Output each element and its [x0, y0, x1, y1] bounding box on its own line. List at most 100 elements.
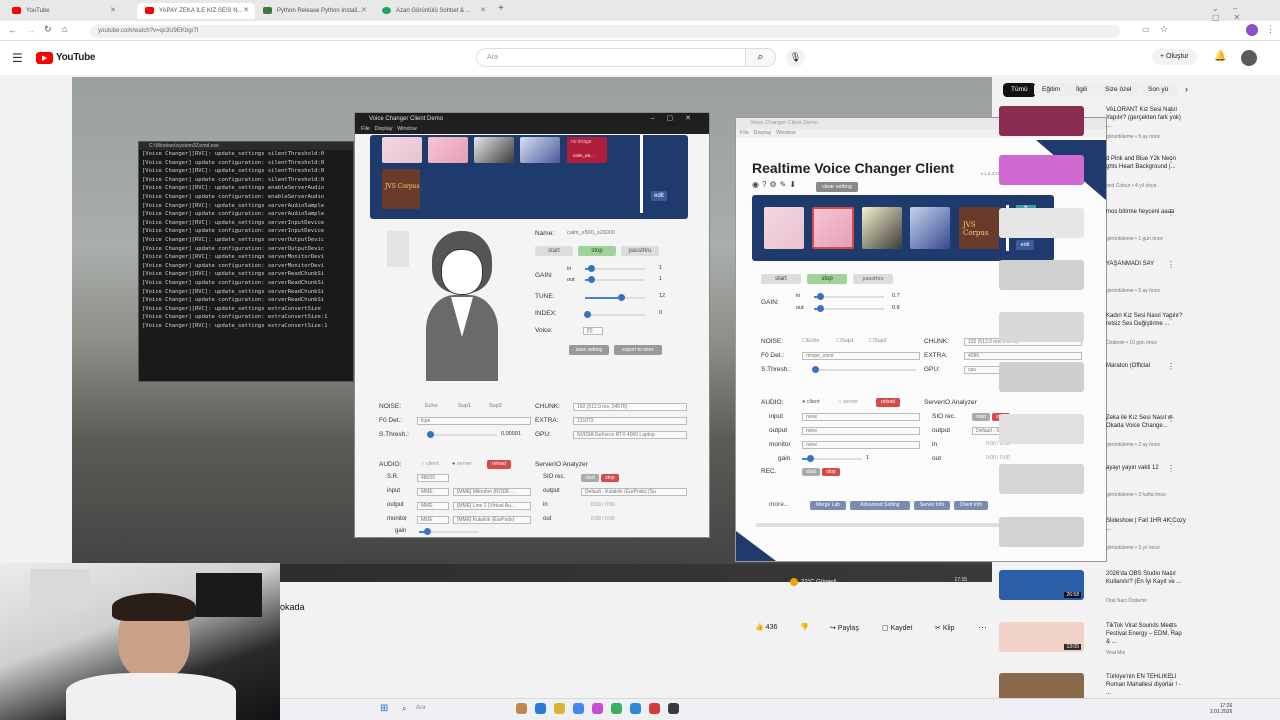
sr-select[interactable]: 48000: [417, 474, 449, 482]
search-icon[interactable]: ⌕: [746, 48, 776, 67]
start-button[interactable]: start: [535, 246, 573, 256]
like-button[interactable]: 👍 436: [755, 623, 777, 631]
server-radio[interactable]: ● server: [452, 461, 472, 467]
chevron-right-icon[interactable]: ›: [1185, 84, 1188, 94]
url-field[interactable]: youtube.com/watch?v=qc3U9EKbgr7I: [90, 25, 1120, 38]
console-window[interactable]: C:\Windows\system32\cmd.exe [Voice Chang…: [138, 141, 354, 382]
reload-button[interactable]: reload: [876, 398, 900, 407]
forward-icon[interactable]: →: [26, 25, 35, 35]
save-button[interactable]: ▢ Kaydet: [882, 624, 912, 632]
menu-dots-icon[interactable]: ⋮: [1266, 24, 1275, 35]
client-info-button[interactable]: Client Info: [954, 501, 988, 510]
chip-education[interactable]: Eğitim: [1034, 83, 1069, 97]
voice-select[interactable]: [0]: [583, 327, 603, 335]
recommendation-item[interactable]: Zeka ile Kız Sesi Nasıl w-Okada Voice Ch…: [999, 414, 1179, 454]
rec-start-button[interactable]: start: [802, 468, 820, 476]
more-options-icon[interactable]: ⋮: [1167, 260, 1175, 269]
cast-icon[interactable]: ▭: [1142, 25, 1150, 34]
model-thumb-1[interactable]: [764, 207, 804, 249]
rec-stop-button[interactable]: stop: [822, 468, 840, 476]
edit-button[interactable]: edit: [651, 191, 667, 201]
recommendation-item[interactable]: Kadın Kız Sesi Nasıl Yapılır? retsiz Ses…: [999, 312, 1182, 352]
recommendation-item[interactable]: Maraton (Official ⋮: [999, 362, 1179, 402]
tab-youtube[interactable]: YouTube ✕: [4, 3, 122, 19]
menu-window[interactable]: Window: [397, 126, 417, 132]
obs-icon[interactable]: [668, 703, 679, 714]
menu-display[interactable]: Display: [374, 126, 392, 132]
hamburger-menu-icon[interactable]: ☰: [12, 51, 23, 65]
sio-stop-button[interactable]: stop: [601, 474, 619, 482]
sup1-checkbox[interactable]: ☐Sup1: [836, 338, 854, 344]
windows-start-icon[interactable]: ⊞: [380, 703, 388, 714]
monitor-select[interactable]: none: [802, 441, 920, 449]
create-button[interactable]: + Oluştur: [1152, 49, 1197, 65]
extra-select[interactable]: 131072: [573, 417, 687, 425]
close-icon[interactable]: ✕: [110, 3, 116, 19]
tool-icon[interactable]: ✎: [780, 180, 790, 189]
video-thumbnail[interactable]: [999, 106, 1084, 136]
settings-icon[interactable]: ⚙: [769, 180, 779, 189]
menu-file[interactable]: File: [740, 130, 749, 136]
recommendation-item[interactable]: YAŞANMADI SAY görüntüleme • 5 ay önce ⋮: [999, 260, 1179, 300]
bookmark-star-icon[interactable]: ☆: [1160, 24, 1168, 35]
chip-all[interactable]: Tümü: [1003, 83, 1036, 97]
model-scrollbar[interactable]: [640, 135, 643, 213]
tune-slider[interactable]: [585, 294, 645, 301]
video-thumbnail[interactable]: [999, 362, 1084, 392]
more-options-icon[interactable]: ⋮: [1167, 106, 1175, 115]
server-radio[interactable]: ○ server: [838, 399, 858, 405]
echo-checkbox[interactable]: ☐Echo: [802, 338, 819, 344]
youtube-logo-text[interactable]: YouTube: [56, 52, 96, 63]
edge-icon[interactable]: [535, 703, 546, 714]
more-options-icon[interactable]: ⋮: [1167, 517, 1175, 526]
github-icon[interactable]: ◉: [752, 180, 762, 189]
clip-button[interactable]: ✂ Klip: [935, 624, 955, 632]
window-controls[interactable]: ⌄–▢✕: [1212, 4, 1280, 22]
gain-out-slider[interactable]: [814, 305, 884, 312]
monitor-device-select[interactable]: [MME] Kulaklık (EarPods): [453, 516, 531, 524]
voice-changer-window-1[interactable]: Voice Changer Client Demo –▢✕ File Displ…: [354, 112, 710, 538]
video-thumbnail[interactable]: 26:58: [999, 570, 1084, 600]
client-radio[interactable]: ○ client: [421, 461, 439, 467]
recommendation-item[interactable]: VALORANT Kız Sesi Nasıl Yapılır? (gerçek…: [999, 106, 1181, 146]
reload-button[interactable]: reload: [487, 460, 511, 469]
new-tab-icon[interactable]: +: [498, 3, 504, 14]
model-thumb-4[interactable]: [910, 207, 950, 249]
app-icon[interactable]: [592, 703, 603, 714]
recommendation-item[interactable]: mos bitirme heyceni aaaa görüntüleme • 1 …: [999, 208, 1179, 248]
menu-display[interactable]: Display: [753, 130, 771, 136]
recommendation-item[interactable]: 13:05 TikTok Viral Sounds Meets Festival …: [999, 622, 1182, 662]
model-thumb-4[interactable]: [520, 137, 560, 163]
chunk-select[interactable]: 192 (512.0 ms, 24576): [573, 403, 687, 411]
sthresh-slider[interactable]: [812, 366, 916, 373]
microphone-icon[interactable]: 🎙: [786, 48, 805, 67]
model-thumb-2[interactable]: [428, 137, 468, 163]
chip-related[interactable]: İlgili: [1068, 83, 1096, 97]
video-thumbnail[interactable]: [999, 517, 1084, 547]
tab-python[interactable]: Python Release Python Install... ✕: [255, 3, 373, 19]
input-device-select[interactable]: [MME] Mikrofon (RODE ...: [453, 488, 531, 496]
monitor-api-select[interactable]: MME: [417, 516, 449, 524]
gpu-select[interactable]: NVIDIA GeForce RTX 4060 Laptop: [573, 431, 687, 439]
more-options-icon[interactable]: ⋮: [1167, 622, 1175, 631]
close-icon[interactable]: ✕: [361, 3, 367, 19]
sup1-checkbox[interactable]: Sup1: [458, 403, 471, 409]
sup2-checkbox[interactable]: Sup2: [489, 403, 502, 409]
analyzer-output-select[interactable]: Default - Kulaklık (EarPods) (Su: [581, 488, 687, 496]
video-thumbnail[interactable]: [999, 260, 1084, 290]
more-options-icon[interactable]: ⋮: [1167, 312, 1175, 321]
video-thumbnail[interactable]: [999, 208, 1084, 238]
monitor-gain-slider[interactable]: [802, 455, 862, 462]
more-options-icon[interactable]: ⋮: [1167, 570, 1175, 579]
stop-button[interactable]: stop: [578, 246, 616, 256]
youtube-logo-icon[interactable]: ▶: [36, 52, 53, 64]
model-thumb-3[interactable]: [474, 137, 514, 163]
passthru-button[interactable]: passthru: [621, 246, 659, 256]
taskbar-search[interactable]: Ara: [416, 705, 425, 711]
gain-in-slider[interactable]: [814, 293, 884, 300]
thumb-down-icon[interactable]: 👎: [800, 623, 809, 631]
output-device-select[interactable]: [MME] Line 1 (Virtual Au...: [453, 502, 531, 510]
recommendation-item[interactable]: ayayı yayın vakti 12 görüntüleme • 3 haft…: [999, 464, 1179, 504]
download-icon[interactable]: ⬇: [789, 180, 799, 189]
start-button[interactable]: start: [761, 274, 801, 284]
